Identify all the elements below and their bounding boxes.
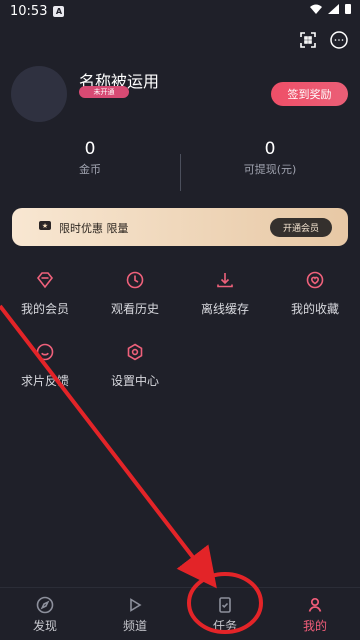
status-time: 10:53 bbox=[10, 3, 48, 19]
coins-value: 0 bbox=[84, 139, 96, 159]
menu-label-download: 离线缓存 bbox=[200, 302, 249, 316]
menu-item-history[interactable]: 观看历史 bbox=[90, 268, 180, 328]
top-actions bbox=[297, 29, 350, 51]
diamond-icon bbox=[33, 268, 57, 292]
heart-icon bbox=[303, 268, 327, 292]
withdrawable-label: 可提现(元) bbox=[243, 163, 297, 176]
status-app-icon: A bbox=[53, 5, 65, 17]
status-right bbox=[309, 3, 352, 19]
scan-icon[interactable] bbox=[297, 29, 319, 51]
menu-label-history: 观看历史 bbox=[110, 302, 159, 316]
menu-item-download[interactable]: 离线缓存 bbox=[180, 268, 270, 328]
nav-label-task: 任务 bbox=[212, 619, 237, 633]
clock-icon bbox=[123, 268, 147, 292]
menu-label-membership: 我的会员 bbox=[20, 302, 69, 316]
wifi-icon bbox=[309, 3, 323, 19]
vip-banner-text: 限时优惠 限量 bbox=[59, 222, 129, 235]
user-icon bbox=[304, 594, 326, 616]
menu-label-favorites: 我的收藏 bbox=[290, 302, 339, 316]
task-icon bbox=[214, 594, 236, 616]
stats-section: 0 金币 0 可提现(元) bbox=[0, 137, 360, 195]
withdrawable-value: 0 bbox=[264, 139, 276, 159]
membership-badge: 未开通 bbox=[79, 86, 129, 98]
menu-label-feedback: 求片反馈 bbox=[20, 374, 69, 388]
nav-label-mine: 我的 bbox=[302, 619, 327, 633]
status-bar: 10:53 A bbox=[0, 0, 360, 22]
menu-item-favorites[interactable]: 我的收藏 bbox=[270, 268, 360, 328]
compass-icon bbox=[34, 594, 56, 616]
play-icon bbox=[124, 594, 146, 616]
nav-label-discover: 发现 bbox=[32, 619, 57, 633]
vip-ticket-icon: ★ bbox=[39, 221, 51, 230]
menu-grid: 我的会员 观看历史 离线缓存 我的收藏 求片反馈 设置中心 bbox=[0, 268, 360, 398]
open-membership-button[interactable]: 开通会员 bbox=[270, 218, 332, 237]
menu-label-settings: 设置中心 bbox=[110, 374, 159, 388]
avatar[interactable] bbox=[11, 66, 67, 122]
battery-icon bbox=[344, 3, 352, 19]
download-icon bbox=[213, 268, 237, 292]
withdrawable-stat[interactable]: 0 可提现(元) bbox=[180, 137, 360, 179]
menu-item-feedback[interactable]: 求片反馈 bbox=[0, 340, 90, 400]
nav-discover[interactable]: 发现 bbox=[0, 594, 90, 638]
coins-stat[interactable]: 0 金币 bbox=[0, 137, 180, 179]
bottom-navigation: 发现 频道 任务 我的 bbox=[0, 587, 360, 640]
nav-channel[interactable]: 频道 bbox=[90, 594, 180, 638]
smile-icon bbox=[33, 340, 57, 364]
coins-label: 金币 bbox=[79, 163, 101, 176]
nav-task[interactable]: 任务 bbox=[180, 594, 270, 638]
settings-icon bbox=[123, 340, 147, 364]
menu-item-membership[interactable]: 我的会员 bbox=[0, 268, 90, 328]
checkin-reward-button[interactable]: 签到奖励 bbox=[271, 82, 348, 106]
menu-item-settings[interactable]: 设置中心 bbox=[90, 340, 180, 400]
nav-label-channel: 频道 bbox=[122, 619, 147, 633]
nav-mine[interactable]: 我的 bbox=[270, 594, 360, 638]
more-icon[interactable] bbox=[328, 29, 350, 51]
signal-icon bbox=[327, 3, 340, 19]
vip-banner[interactable]: ★ 限时优惠 限量 开通会员 bbox=[12, 208, 348, 246]
status-left: 10:53 A bbox=[10, 3, 65, 19]
